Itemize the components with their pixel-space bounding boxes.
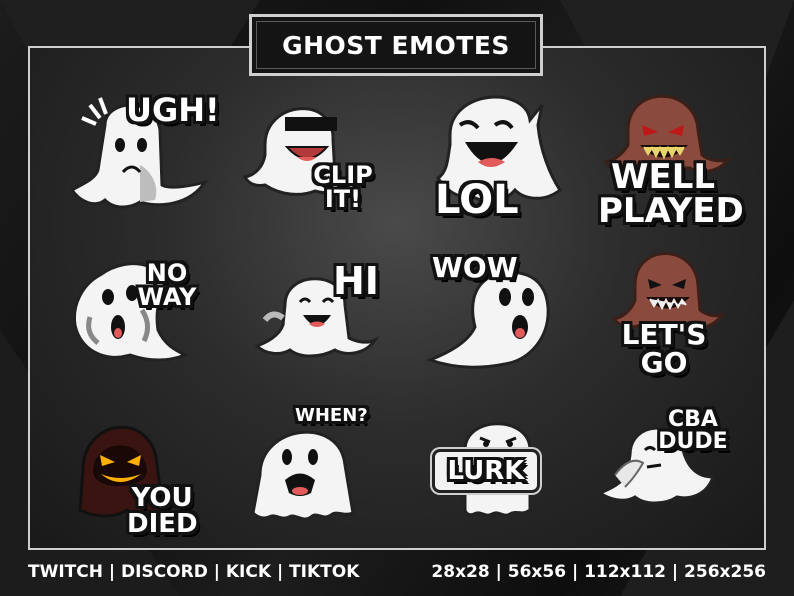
emote-lol: LOL (430, 90, 580, 230)
emote-caption: UGH! (126, 91, 220, 129)
emote-caption: WHEN? (295, 405, 368, 426)
emote-caption: HI (333, 259, 379, 303)
emote-no-way: NO WAY (60, 255, 210, 395)
emote-caption: LURK (447, 456, 525, 486)
emote-you-died: YOU DIED (65, 410, 215, 550)
lurk-sign: LURK (432, 449, 540, 493)
emote-wow: WOW (425, 251, 580, 392)
worried-ghost-icon (251, 430, 355, 521)
emote-caption: CBA DUDE (658, 407, 728, 454)
emote-cba-dude: CBA DUDE (595, 405, 745, 545)
page-title: GHOST EMOTES (282, 30, 510, 60)
emote-ugh: UGH! (60, 90, 220, 230)
emote-lets-go: LET'S GO (600, 245, 750, 385)
emote-well-played: WELL PLAYED (598, 90, 750, 231)
emote-hi: HI (245, 260, 395, 400)
emote-caption: LOL (435, 177, 519, 223)
emote-caption: WOW (432, 251, 518, 284)
emote-caption: CLIP IT! (313, 161, 373, 213)
emote-when: WHEN? (245, 405, 395, 545)
sizes-label: 28x28 | 56x56 | 112x112 | 256x256 (431, 562, 766, 582)
emote-clip-it: CLIP IT! (242, 95, 395, 235)
platforms-label: TWITCH | DISCORD | KICK | TIKTOK (28, 562, 360, 582)
title-banner: GHOST EMOTES (249, 14, 543, 76)
emote-caption: LET'S GO (621, 318, 707, 379)
emote-caption: NO WAY (137, 259, 197, 311)
emote-caption: WELL PLAYED (598, 157, 744, 231)
emote-caption: YOU DIED (127, 483, 198, 539)
